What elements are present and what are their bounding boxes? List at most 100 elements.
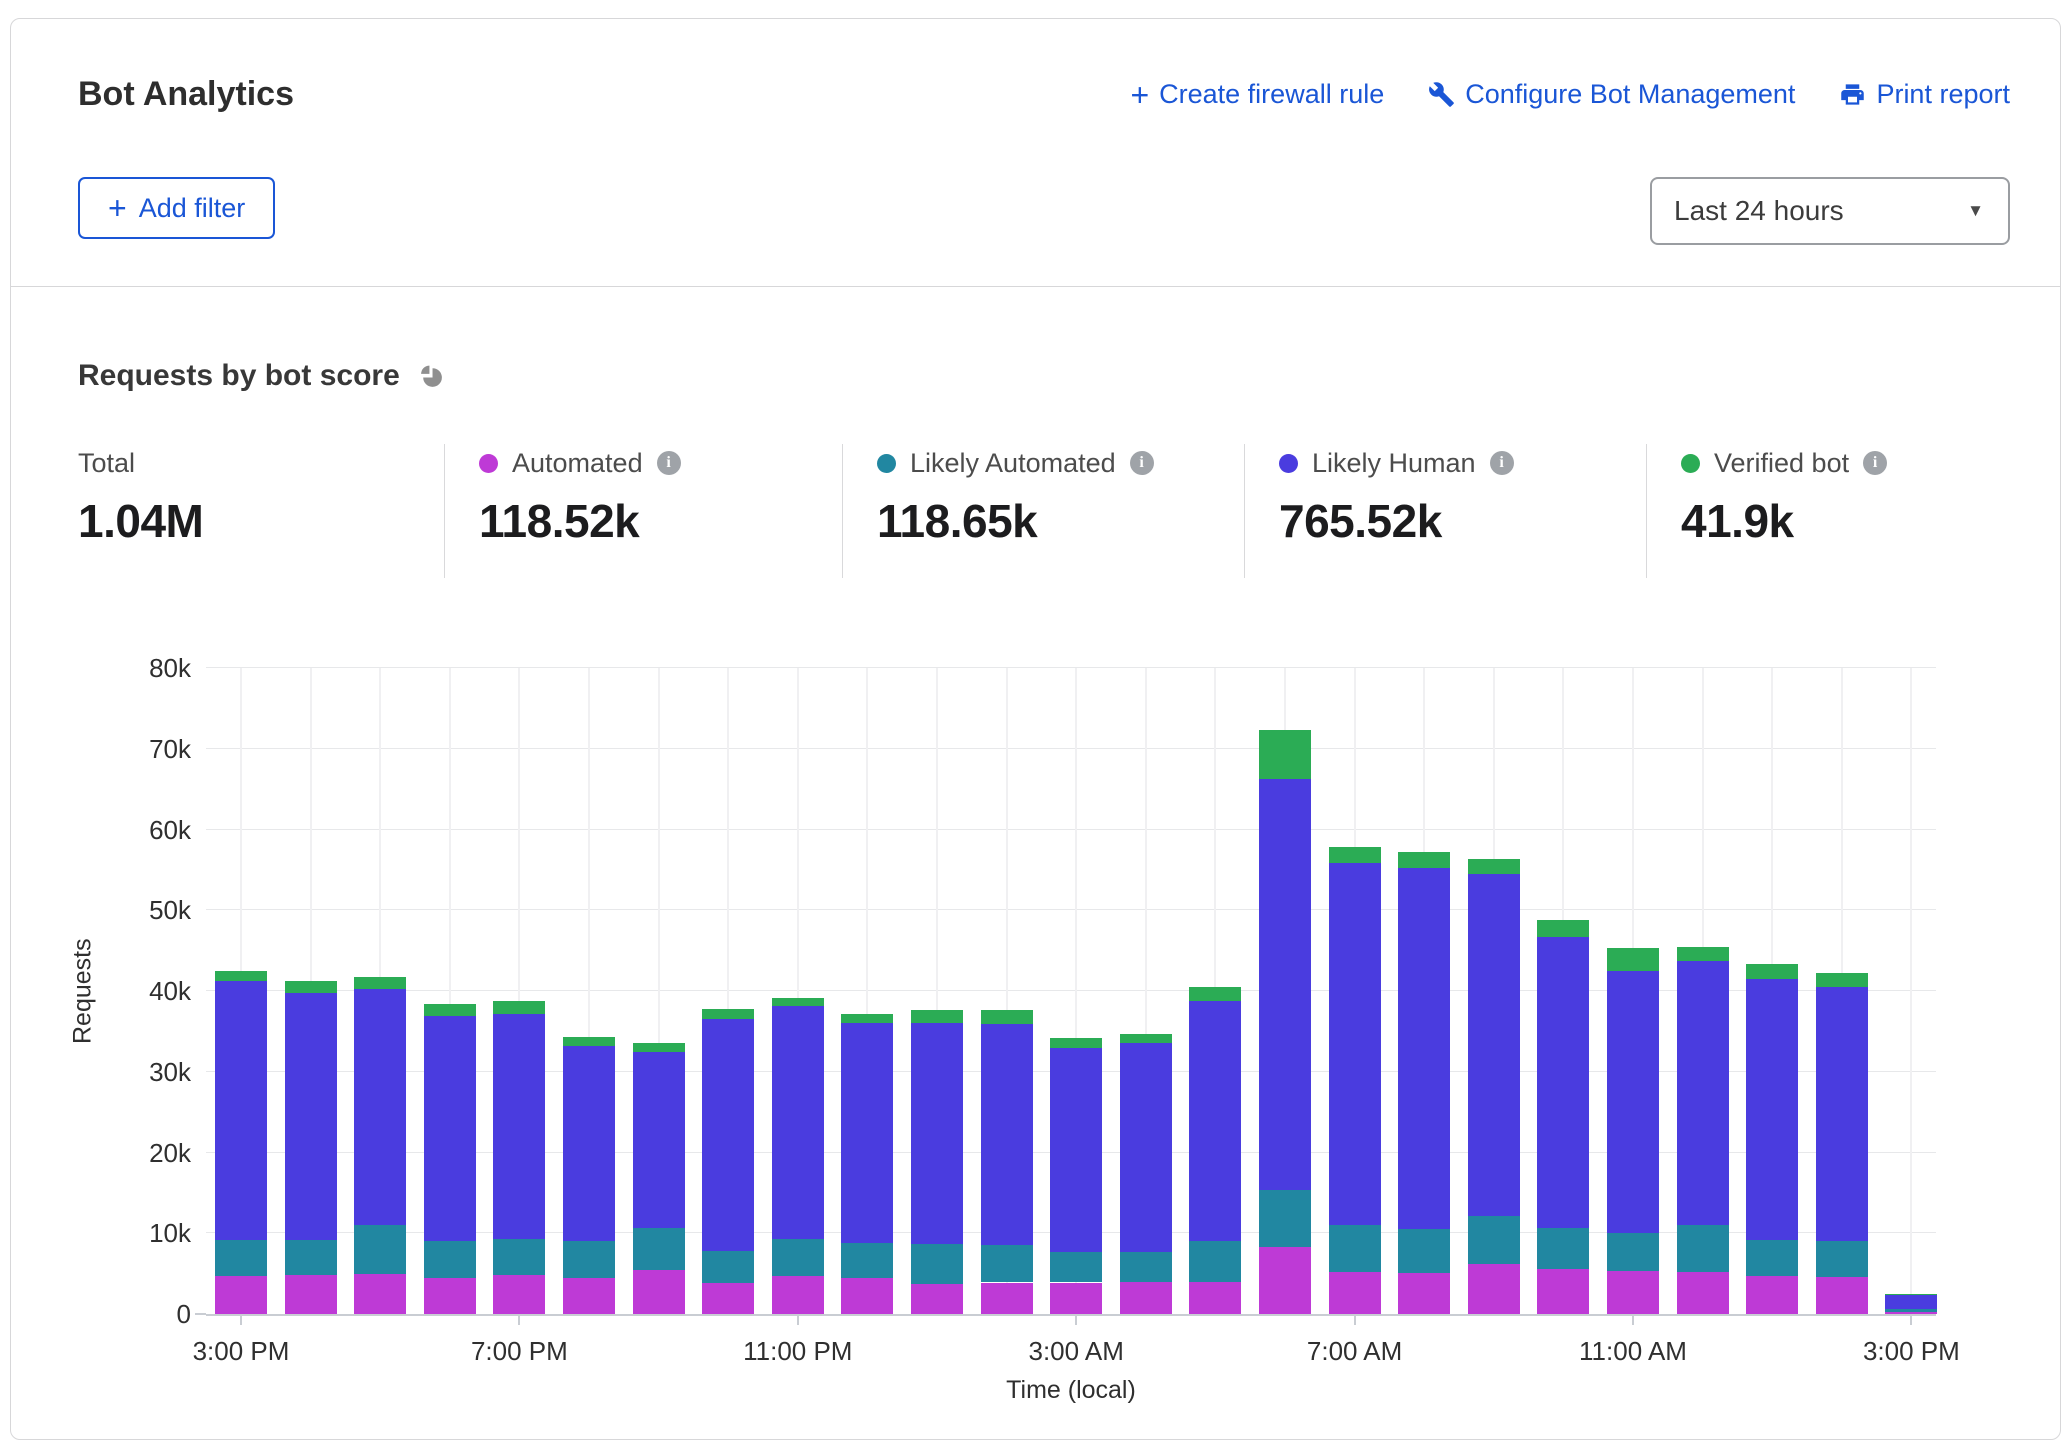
bar-segment-likely-human[interactable] <box>841 1023 893 1243</box>
configure-bot-management-link[interactable]: Configure Bot Management <box>1428 79 1795 110</box>
bar-segment-likely-human[interactable] <box>1329 863 1381 1225</box>
bar-segment-likely-automated[interactable] <box>1050 1252 1102 1283</box>
bar-segment-automated[interactable] <box>633 1270 685 1314</box>
bar-segment-likely-human[interactable] <box>493 1014 545 1239</box>
bar-segment-automated[interactable] <box>424 1278 476 1314</box>
bar-segment-automated[interactable] <box>1398 1273 1450 1314</box>
info-icon[interactable]: i <box>1490 451 1514 475</box>
bar-segment-likely-automated[interactable] <box>1677 1225 1729 1272</box>
bar-segment-likely-automated[interactable] <box>1607 1233 1659 1271</box>
bar-segment-likely-human[interactable] <box>1746 979 1798 1240</box>
create-firewall-rule-link[interactable]: + Create firewall rule <box>1130 79 1384 111</box>
bar-segment-likely-human[interactable] <box>633 1052 685 1229</box>
bar-segment-verified-bot[interactable] <box>1537 920 1589 937</box>
bar-segment-verified-bot[interactable] <box>1607 948 1659 971</box>
bar-segment-verified-bot[interactable] <box>1120 1034 1172 1043</box>
bar-segment-likely-automated[interactable] <box>841 1243 893 1278</box>
bar-segment-likely-automated[interactable] <box>1885 1309 1937 1311</box>
bar-segment-likely-human[interactable] <box>1050 1048 1102 1252</box>
bar-segment-verified-bot[interactable] <box>493 1001 545 1013</box>
bar-segment-verified-bot[interactable] <box>215 971 267 981</box>
bar-segment-likely-automated[interactable] <box>1746 1240 1798 1276</box>
bar-segment-likely-automated[interactable] <box>493 1239 545 1275</box>
bar-segment-likely-human[interactable] <box>424 1016 476 1241</box>
bar-segment-likely-automated[interactable] <box>215 1240 267 1276</box>
bar-segment-verified-bot[interactable] <box>1050 1038 1102 1048</box>
bar-segment-likely-automated[interactable] <box>1120 1252 1172 1282</box>
bar-segment-automated[interactable] <box>772 1276 824 1314</box>
bar-segment-automated[interactable] <box>1468 1264 1520 1314</box>
bar-segment-automated[interactable] <box>1677 1272 1729 1314</box>
bar-segment-likely-human[interactable] <box>1885 1295 1937 1310</box>
bar-segment-verified-bot[interactable] <box>354 977 406 989</box>
bar-segment-likely-automated[interactable] <box>1816 1241 1868 1277</box>
bar-segment-automated[interactable] <box>1050 1283 1102 1314</box>
bar-segment-automated[interactable] <box>493 1275 545 1314</box>
bar-segment-likely-automated[interactable] <box>772 1239 824 1276</box>
bar-segment-automated[interactable] <box>1259 1247 1311 1314</box>
bar-segment-automated[interactable] <box>911 1284 963 1314</box>
bar-segment-likely-automated[interactable] <box>633 1228 685 1270</box>
bar-segment-verified-bot[interactable] <box>981 1010 1033 1024</box>
bar-segment-likely-human[interactable] <box>981 1024 1033 1244</box>
bar-segment-automated[interactable] <box>1746 1276 1798 1314</box>
bar-segment-verified-bot[interactable] <box>1398 852 1450 868</box>
bar-segment-likely-automated[interactable] <box>981 1245 1033 1283</box>
bar-segment-verified-bot[interactable] <box>563 1037 615 1046</box>
bar-segment-likely-human[interactable] <box>1677 961 1729 1225</box>
bar-segment-likely-automated[interactable] <box>424 1241 476 1277</box>
bar-segment-verified-bot[interactable] <box>1885 1294 1937 1295</box>
bar-segment-verified-bot[interactable] <box>633 1043 685 1051</box>
bar-segment-automated[interactable] <box>1607 1271 1659 1314</box>
bar-segment-automated[interactable] <box>1189 1282 1241 1314</box>
bar-segment-verified-bot[interactable] <box>424 1004 476 1016</box>
bar-segment-likely-human[interactable] <box>1259 779 1311 1191</box>
bar-segment-likely-human[interactable] <box>1120 1043 1172 1252</box>
bar-segment-automated[interactable] <box>1816 1277 1868 1314</box>
bar-segment-automated[interactable] <box>1885 1312 1937 1314</box>
bar-segment-automated[interactable] <box>1329 1272 1381 1314</box>
add-filter-button[interactable]: + Add filter <box>78 177 275 239</box>
bar-segment-automated[interactable] <box>841 1278 893 1314</box>
bar-segment-likely-automated[interactable] <box>702 1251 754 1283</box>
bar-segment-verified-bot[interactable] <box>1329 847 1381 863</box>
info-icon[interactable]: i <box>1130 451 1154 475</box>
bar-segment-likely-automated[interactable] <box>911 1244 963 1284</box>
bar-segment-automated[interactable] <box>1537 1269 1589 1314</box>
bar-segment-verified-bot[interactable] <box>1468 859 1520 874</box>
print-report-link[interactable]: Print report <box>1839 79 2010 110</box>
bar-segment-likely-human[interactable] <box>1468 874 1520 1216</box>
bar-segment-likely-human[interactable] <box>1398 868 1450 1229</box>
bar-segment-likely-automated[interactable] <box>1537 1228 1589 1268</box>
bar-segment-likely-automated[interactable] <box>285 1240 337 1276</box>
time-range-select[interactable]: Last 24 hours ▼ <box>1650 177 2010 245</box>
bar-segment-likely-human[interactable] <box>702 1019 754 1251</box>
bar-segment-verified-bot[interactable] <box>1816 973 1868 987</box>
bar-segment-automated[interactable] <box>285 1275 337 1314</box>
bar-segment-likely-human[interactable] <box>1607 971 1659 1233</box>
bar-segment-likely-automated[interactable] <box>1259 1190 1311 1247</box>
bar-segment-automated[interactable] <box>354 1274 406 1314</box>
bar-segment-likely-human[interactable] <box>215 981 267 1239</box>
bar-segment-verified-bot[interactable] <box>772 998 824 1006</box>
bar-segment-verified-bot[interactable] <box>285 981 337 992</box>
info-icon[interactable]: i <box>1863 451 1887 475</box>
bar-segment-automated[interactable] <box>981 1283 1033 1314</box>
bar-segment-likely-human[interactable] <box>1816 987 1868 1241</box>
bar-segment-likely-human[interactable] <box>1537 937 1589 1229</box>
bar-segment-verified-bot[interactable] <box>911 1010 963 1024</box>
bar-segment-automated[interactable] <box>215 1276 267 1314</box>
bar-segment-likely-human[interactable] <box>1189 1001 1241 1242</box>
bar-segment-automated[interactable] <box>563 1278 615 1314</box>
bar-segment-verified-bot[interactable] <box>841 1014 893 1024</box>
bar-segment-verified-bot[interactable] <box>702 1009 754 1019</box>
bar-segment-verified-bot[interactable] <box>1259 730 1311 778</box>
bar-segment-verified-bot[interactable] <box>1677 947 1729 962</box>
bar-segment-likely-human[interactable] <box>772 1006 824 1239</box>
bar-segment-likely-human[interactable] <box>563 1046 615 1241</box>
bar-segment-automated[interactable] <box>1120 1282 1172 1314</box>
bar-segment-verified-bot[interactable] <box>1746 964 1798 979</box>
bar-segment-likely-automated[interactable] <box>1189 1241 1241 1281</box>
bar-segment-likely-automated[interactable] <box>563 1241 615 1278</box>
bar-segment-likely-human[interactable] <box>911 1023 963 1243</box>
